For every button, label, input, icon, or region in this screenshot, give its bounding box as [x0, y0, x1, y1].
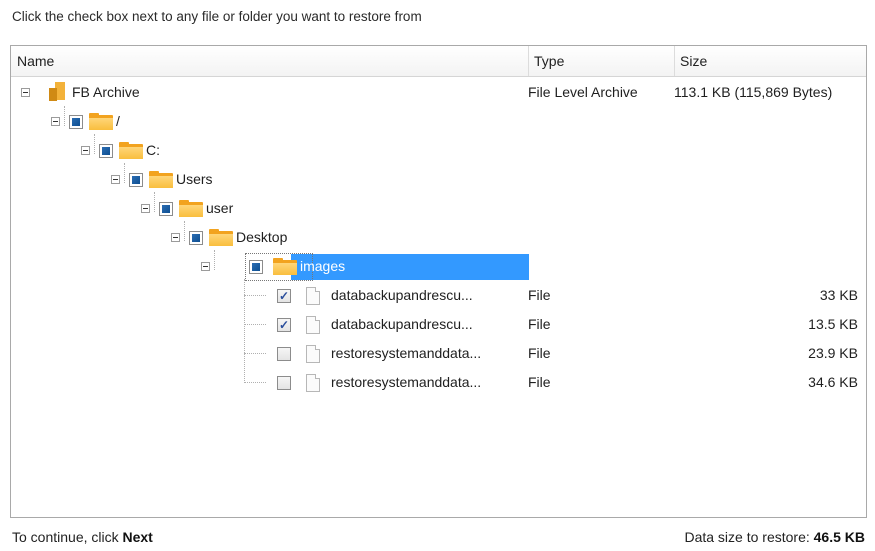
tree-item-size: 34.6 KB [808, 374, 858, 390]
tree-item-label: Desktop [236, 229, 288, 245]
tree-row-folder[interactable]: Users [11, 166, 866, 195]
tree-item-label: / [116, 113, 120, 129]
folder-icon [119, 142, 143, 159]
partial-checkbox[interactable] [249, 260, 263, 274]
tree-item-label: databackupandrescu... [331, 316, 473, 332]
partial-checkbox[interactable] [189, 231, 203, 245]
collapse-toggle-icon[interactable] [51, 117, 60, 126]
tree-item-label: user [206, 200, 234, 216]
tree-row-file[interactable]: ✓ databackupandrescu... File 33 KB [11, 282, 866, 311]
file-tree-view[interactable]: Name Type Size FB Archive File Level Arc… [10, 45, 867, 518]
tree-item-label: Users [176, 171, 213, 187]
column-header-name[interactable]: Name [11, 46, 528, 76]
folder-icon [179, 200, 203, 217]
folder-icon [89, 113, 113, 130]
file-icon [306, 287, 320, 305]
collapse-toggle-icon[interactable] [171, 233, 180, 242]
tree-item-label: C: [146, 142, 160, 158]
column-header-type[interactable]: Type [528, 46, 674, 76]
collapse-toggle-icon[interactable] [141, 204, 150, 213]
tree-row-file[interactable]: restoresystemanddata... File 34.6 KB [11, 369, 866, 398]
file-icon [306, 345, 320, 363]
file-checkbox-unchecked[interactable] [277, 376, 291, 390]
partial-checkbox[interactable] [159, 202, 173, 216]
column-header: Name Type Size [11, 46, 866, 77]
file-icon [306, 316, 320, 334]
tree-item-label: FB Archive [72, 84, 140, 100]
column-header-size[interactable]: Size [674, 46, 866, 76]
tree-item-label: restoresystemanddata... [331, 374, 482, 390]
tree-item-type: File [528, 316, 551, 332]
continue-hint-action: Next [122, 529, 153, 545]
folder-icon [149, 171, 173, 188]
collapse-toggle-icon[interactable] [21, 88, 30, 97]
tree-item-size: 33 KB [819, 287, 858, 303]
tree-row-folder[interactable]: / [11, 108, 866, 137]
data-size-label: Data size to restore: [684, 529, 810, 545]
tree-item-label: restoresystemanddata... [331, 345, 482, 361]
tree-row-folder-selected[interactable]: images [11, 253, 866, 282]
tree-row-root[interactable]: FB Archive File Level Archive 113.1 KB (… [11, 79, 866, 108]
partial-checkbox[interactable] [69, 115, 83, 129]
data-size-summary: Data size to restore: 46.5 KB [684, 529, 865, 545]
tree-item-size: 13.5 KB [808, 316, 858, 332]
tree-item-size: 23.9 KB [808, 345, 858, 361]
continue-hint: To continue, click Next [12, 529, 153, 545]
file-checkbox-checked[interactable]: ✓ [277, 318, 291, 332]
collapse-toggle-icon[interactable] [201, 262, 210, 271]
file-checkbox-unchecked[interactable] [277, 347, 291, 361]
tree-item-label: databackupandrescu... [331, 287, 473, 303]
instruction-text: Click the check box next to any file or … [12, 9, 422, 24]
file-icon [306, 374, 320, 392]
tree-row-folder[interactable]: user [11, 195, 866, 224]
tree-item-type: File [528, 345, 551, 361]
tree-row-folder[interactable]: C: [11, 137, 866, 166]
tree-item-type: File Level Archive [528, 84, 638, 100]
file-checkbox-checked[interactable]: ✓ [277, 289, 291, 303]
archive-icon [47, 82, 67, 102]
data-size-value: 46.5 KB [813, 529, 865, 545]
folder-icon [209, 229, 233, 246]
tree-item-label: images [300, 258, 346, 274]
partial-checkbox[interactable] [99, 144, 113, 158]
tree-item-type: File [528, 287, 551, 303]
tree-row-file[interactable]: restoresystemanddata... File 23.9 KB [11, 340, 866, 369]
continue-hint-text: To continue, click [12, 529, 119, 545]
partial-checkbox[interactable] [129, 173, 143, 187]
tree-item-type: File [528, 374, 551, 390]
tree-row-folder[interactable]: Desktop [11, 224, 866, 253]
collapse-toggle-icon[interactable] [111, 175, 120, 184]
folder-icon [273, 258, 297, 275]
collapse-toggle-icon[interactable] [81, 146, 90, 155]
tree-row-file[interactable]: ✓ databackupandrescu... File 13.5 KB [11, 311, 866, 340]
tree-item-size: 113.1 KB (115,869 Bytes) [674, 84, 833, 100]
